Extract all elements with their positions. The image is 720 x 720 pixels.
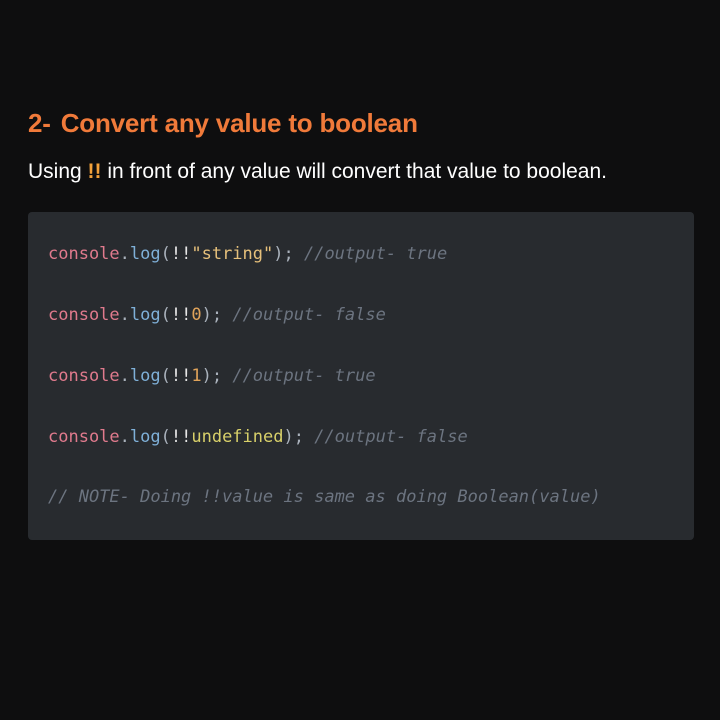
code-method: log [129, 427, 161, 447]
code-line: console.log(!!"string"); //output- true [48, 243, 447, 265]
code-open-paren: ( [160, 305, 171, 325]
code-line: console.log(!!1); //output- true [48, 365, 376, 387]
intro-text-before: Using [28, 160, 88, 183]
code-object: console [48, 366, 120, 386]
section-title: Convert any value to boolean [60, 108, 418, 138]
code-comment: //output- false [222, 305, 386, 325]
intro-text: Using !! in front of any value will conv… [28, 160, 607, 184]
code-close-paren: ); [273, 244, 294, 264]
code-argument: "string" [191, 244, 274, 264]
code-method: log [129, 366, 161, 386]
code-object: console [48, 305, 120, 325]
code-dot: . [119, 366, 130, 386]
code-argument: 0 [191, 305, 202, 325]
code-dot: . [119, 427, 130, 447]
code-method: log [129, 305, 161, 325]
code-note-comment: // NOTE- Doing !!value is same as doing … [48, 487, 601, 507]
intro-text-after: in front of any value will convert that … [101, 160, 607, 183]
code-argument: 1 [191, 366, 202, 386]
code-operator: !! [170, 366, 192, 386]
code-open-paren: ( [160, 244, 171, 264]
operator-highlight: !! [87, 160, 102, 183]
page-title: 2- Convert any value to boolean [28, 108, 418, 139]
code-comment: //output- false [303, 427, 468, 447]
code-close-paren: ); [201, 305, 223, 325]
code-operator: !! [170, 427, 192, 447]
code-close-paren: ); [201, 366, 223, 386]
code-operator: !! [170, 305, 192, 325]
code-block: console.log(!!"string"); //output- true … [28, 212, 694, 540]
code-open-paren: ( [160, 427, 171, 447]
section-number: 2- [28, 108, 51, 138]
code-operator: !! [170, 244, 192, 264]
code-object: console [48, 427, 120, 447]
code-open-paren: ( [160, 366, 171, 386]
code-line: console.log(!!0); //output- false [48, 304, 386, 326]
code-object: console [48, 244, 120, 264]
code-dot: . [119, 244, 130, 264]
code-dot: . [119, 305, 130, 325]
code-argument: undefined [191, 427, 284, 447]
code-line: console.log(!!undefined); //output- fals… [48, 426, 468, 448]
code-method: log [129, 244, 161, 264]
code-close-paren: ); [283, 427, 304, 447]
code-comment: //output- true [222, 366, 376, 386]
code-comment: //output- true [293, 244, 448, 264]
